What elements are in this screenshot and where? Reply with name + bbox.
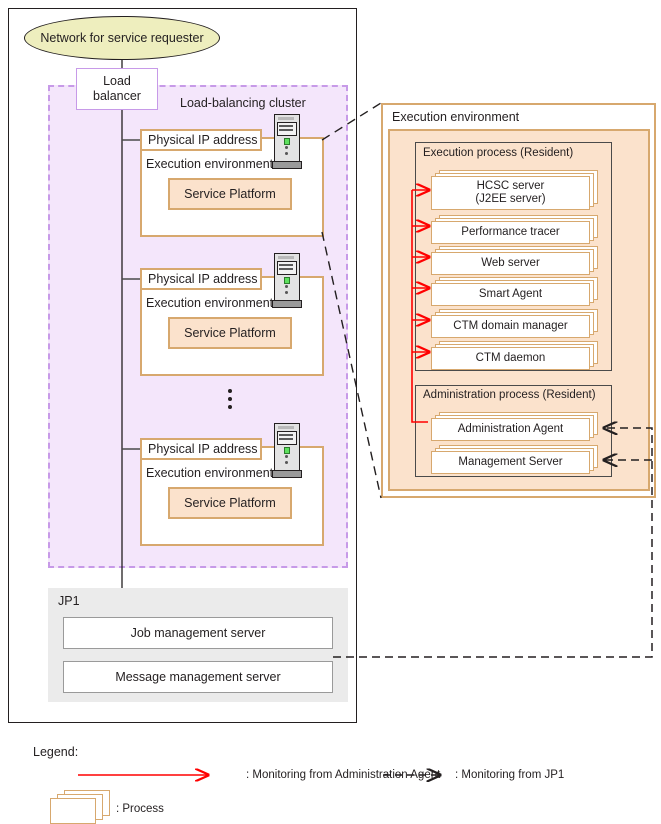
cluster-ellipsis <box>228 385 232 413</box>
node-1-ip-label: Physical IP address <box>148 133 258 147</box>
network-label: Network for service requester <box>40 31 204 45</box>
node-1-env-label: Execution environment <box>146 157 274 171</box>
smart-agent-label: Smart Agent <box>478 288 543 300</box>
hcsc-server-label-line2: (J2EE server) <box>475 193 546 205</box>
process-card-smart-agent: Smart Agent <box>431 277 598 306</box>
server-tower-icon-3 <box>272 423 302 478</box>
hcsc-server-label-line1: HCSC server <box>476 180 545 192</box>
process-card-administration-agent: Administration Agent <box>431 412 598 441</box>
process-card-management-server: Management Server <box>431 445 598 474</box>
process-card-web-server: Web server <box>431 246 598 275</box>
node-2-ip-label: Physical IP address <box>148 272 258 286</box>
node-2-service-platform-label: Service Platform <box>184 326 276 340</box>
detail-panel-label: Execution environment <box>392 110 520 124</box>
message-management-server-label: Message management server <box>115 670 281 684</box>
node-1-service-platform: Service Platform <box>168 178 292 210</box>
process-card-ctm-domain-manager: CTM domain manager <box>431 309 598 338</box>
performance-tracer-label: Performance tracer <box>461 226 560 238</box>
legend-entry-jp1-text: : Monitoring from JP1 <box>455 769 565 781</box>
server-tower-icon-1 <box>272 114 302 169</box>
ctm-daemon-label: CTM daemon <box>475 352 546 364</box>
network-ellipse: Network for service requester <box>24 16 220 60</box>
node-3-service-platform: Service Platform <box>168 487 292 519</box>
node-2-service-platform: Service Platform <box>168 317 292 349</box>
administration-process-label: Administration process (Resident) <box>423 389 596 401</box>
load-balancer-box: Load balancer <box>76 68 158 110</box>
execution-process-label: Execution process (Resident) <box>423 147 574 159</box>
cluster-label: Load-balancing cluster <box>180 96 306 110</box>
process-card-performance-tracer: Performance tracer <box>431 215 598 244</box>
management-server-label: Management Server <box>458 456 563 468</box>
legend-title: Legend: <box>33 745 79 759</box>
node-3-env-label: Execution environment <box>146 466 274 480</box>
process-card-ctm-daemon: CTM daemon <box>431 341 598 370</box>
message-management-server: Message management server <box>63 661 333 693</box>
process-card-hcsc-server: HCSC server (J2EE server) <box>431 170 598 210</box>
job-management-server: Job management server <box>63 617 333 649</box>
server-tower-icon-2 <box>272 253 302 308</box>
job-management-server-label: Job management server <box>130 626 266 640</box>
node-2-physical-ip: Physical IP address <box>140 268 262 290</box>
web-server-label: Web server <box>481 257 540 269</box>
load-balancer-label-line2: balancer <box>93 89 141 103</box>
load-balancer-label-line1: Load <box>103 74 131 88</box>
node-1-service-platform-label: Service Platform <box>184 187 276 201</box>
legend-entry-admin-agent-text: : Monitoring from Administration Agent <box>246 769 441 781</box>
ctm-domain-manager-label: CTM domain manager <box>453 320 568 332</box>
node-3-ip-label: Physical IP address <box>148 442 258 456</box>
node-3-service-platform-label: Service Platform <box>184 496 276 510</box>
jp1-label: JP1 <box>58 594 80 608</box>
node-1-physical-ip: Physical IP address <box>140 129 262 151</box>
legend-entry-process-text: : Process <box>116 803 164 815</box>
node-2-env-label: Execution environment <box>146 296 274 310</box>
node-3-physical-ip: Physical IP address <box>140 438 262 460</box>
administration-agent-label: Administration Agent <box>457 423 564 435</box>
legend-process-icon <box>50 790 110 824</box>
